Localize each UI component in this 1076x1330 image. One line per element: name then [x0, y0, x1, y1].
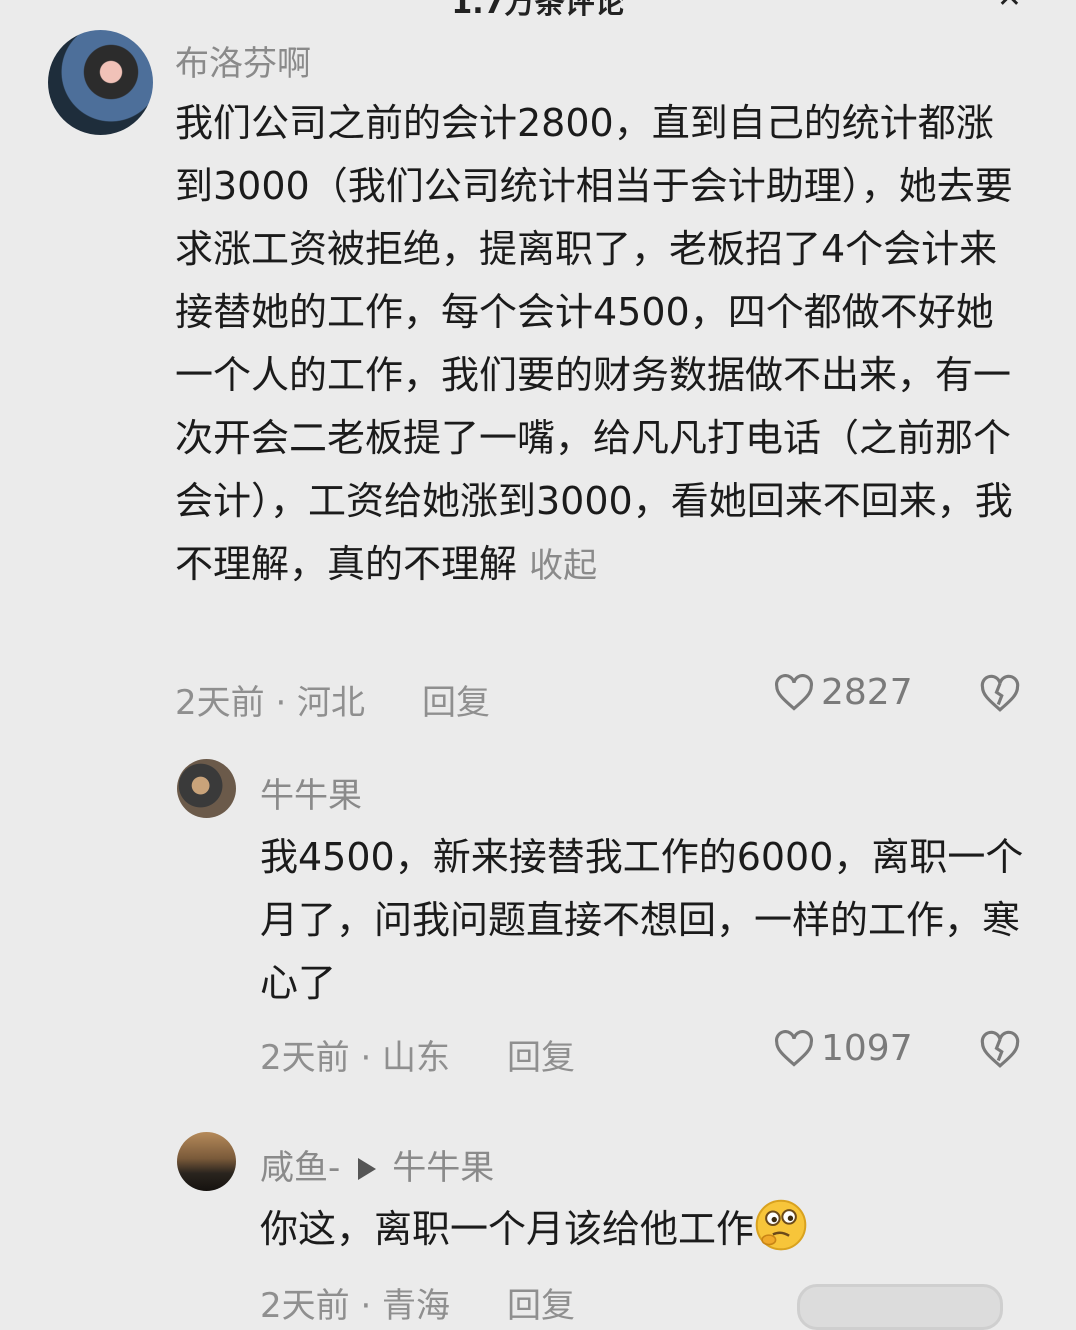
avatar[interactable]	[177, 1132, 236, 1191]
comments-header: 1.7万条评论 ✕	[0, 0, 1076, 21]
reply-arrow-icon	[358, 1157, 377, 1180]
comment-meta: 2天前 · 青海	[260, 1286, 451, 1326]
heart-icon	[775, 1029, 813, 1067]
reply-button[interactable]: 回复	[507, 1278, 575, 1327]
reply-button[interactable]: 回复	[507, 1030, 575, 1079]
like-count: 2827	[821, 672, 913, 713]
heart-icon	[775, 673, 813, 711]
reply-to-username[interactable]: 牛牛果	[392, 1148, 494, 1188]
collapse-link[interactable]: 收起	[529, 546, 597, 586]
like-button[interactable]: 1097	[773, 1028, 913, 1069]
reply-header: 咸鱼- 牛牛果	[260, 1140, 494, 1189]
comment-username[interactable]: 布洛芬啊	[175, 36, 311, 85]
like-count: 1097	[821, 1028, 913, 1069]
like-button[interactable]: 2827	[773, 672, 913, 713]
reply-button[interactable]: 回复	[422, 675, 490, 724]
comments-count-title: 1.7万条评论	[451, 0, 625, 21]
broken-heart-icon[interactable]	[979, 674, 1021, 714]
comment-meta: 2天前 · 河北	[175, 683, 366, 723]
comment-meta: 2天前 · 山东	[260, 1038, 451, 1078]
comment-text: 你这，离职一个月该给他工作	[260, 1207, 755, 1251]
avatar[interactable]	[48, 30, 153, 135]
comment-username[interactable]: 牛牛果	[260, 768, 362, 817]
comment-body: 你这，离职一个月该给他工作	[260, 1198, 1030, 1261]
avatar[interactable]	[177, 759, 236, 818]
comment-text: 我4500，新来接替我工作的6000，离职一个月了，问我问题直接不想回，一样的工…	[260, 835, 1024, 1005]
thinking-face-emoji-icon	[755, 1199, 807, 1251]
comment-username[interactable]: 咸鱼-	[260, 1148, 340, 1188]
expand-replies-pill[interactable]	[797, 1284, 1003, 1330]
close-icon[interactable]: ✕	[997, 0, 1022, 15]
comment-body: 我们公司之前的会计2800，直到自己的统计都涨到3000（我们公司统计相当于会计…	[175, 92, 1025, 598]
comment-text: 我们公司之前的会计2800，直到自己的统计都涨到3000（我们公司统计相当于会计…	[175, 101, 1013, 586]
broken-heart-icon[interactable]	[979, 1030, 1021, 1070]
